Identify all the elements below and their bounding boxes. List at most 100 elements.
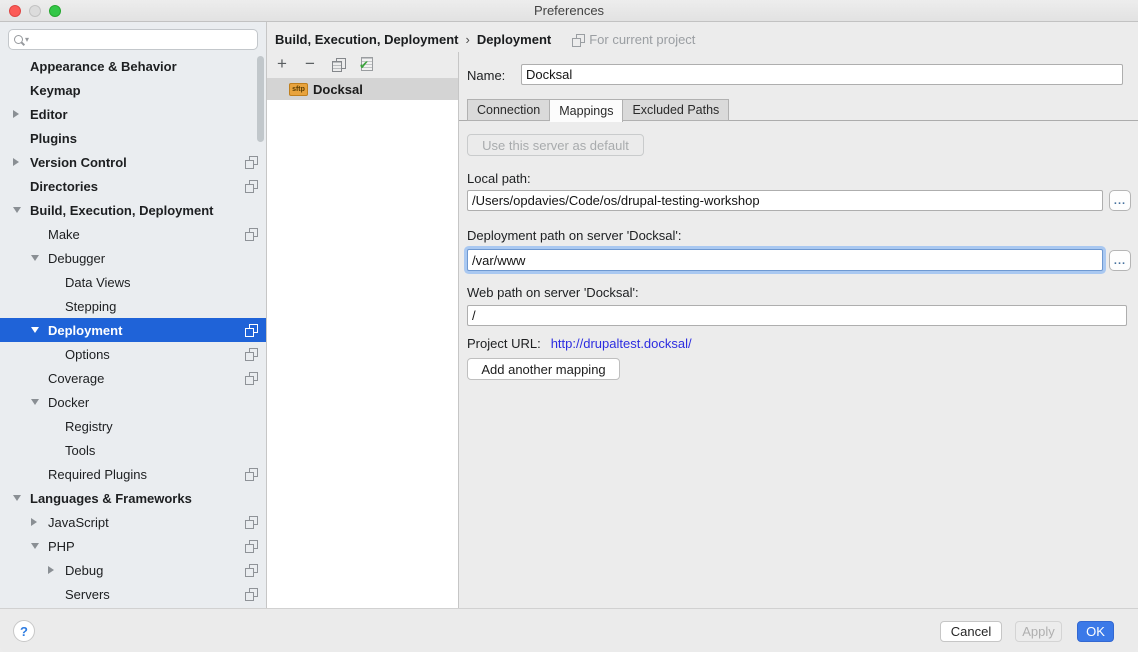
sidebar-item-javascript[interactable]: JavaScript [0,510,266,534]
add-server-button[interactable]: + [273,55,291,73]
sidebar-item-label: Keymap [30,83,81,98]
sidebar-item-data-views[interactable]: Data Views [0,270,266,294]
project-url-link[interactable]: http://drupaltest.docksal/ [551,336,692,351]
deployment-path-browse-button[interactable]: ... [1109,250,1131,271]
sidebar-item-label: Debugger [48,251,105,266]
sidebar-item-debug[interactable]: Debug [0,558,266,582]
breadcrumb-group: Build, Execution, Deployment [275,32,458,47]
sidebar-item-label: Coverage [48,371,104,386]
use-as-default-toolbar-button[interactable] [357,55,375,73]
chevron-down-icon[interactable] [31,543,39,549]
use-server-as-default-button[interactable]: Use this server as default [467,134,644,156]
title-bar: Preferences [0,0,1138,22]
web-path-label: Web path on server 'Docksal': [467,285,639,300]
sidebar-item-make[interactable]: Make [0,222,266,246]
sidebar-item-label: Directories [30,179,98,194]
ok-button[interactable]: OK [1077,621,1114,642]
current-project-icon [245,468,257,480]
current-project-icon [572,34,584,46]
breadcrumb-page: Deployment [477,32,551,47]
server-list-toolbar: + − [273,54,375,74]
sidebar-item-appearance-behavior[interactable]: Appearance & Behavior [0,54,266,78]
local-path-browse-button[interactable]: ... [1109,190,1131,211]
sidebar-item-label: Editor [30,107,68,122]
sidebar-item-label: JavaScript [48,515,109,530]
chevron-right-icon[interactable] [13,158,19,166]
sidebar-item-required-plugins[interactable]: Required Plugins [0,462,266,486]
sidebar-scrollbar-thumb[interactable] [257,56,264,142]
apply-button[interactable]: Apply [1015,621,1062,642]
sidebar-item-stepping[interactable]: Stepping [0,294,266,318]
remove-server-button[interactable]: − [301,55,319,73]
project-url-label: Project URL: [467,336,541,351]
sidebar-item-languages-frameworks[interactable]: Languages & Frameworks [0,486,266,510]
sidebar-item-deployment[interactable]: Deployment [0,318,266,342]
search-input[interactable] [29,31,257,48]
help-button[interactable]: ? [13,620,35,642]
chevron-down-icon[interactable] [13,495,21,501]
tab-excluded-paths[interactable]: Excluded Paths [623,99,729,121]
chevron-right-icon[interactable] [48,566,54,574]
chevron-right-icon[interactable] [13,110,19,118]
sidebar-item-directories[interactable]: Directories [0,174,266,198]
sidebar-item-plugins[interactable]: Plugins [0,126,266,150]
sidebar-item-label: Options [65,347,110,362]
chevron-right-icon[interactable] [31,518,37,526]
minimize-window-button[interactable] [29,5,41,17]
current-project-icon [245,540,257,552]
sidebar-item-label: Plugins [30,131,77,146]
tab-connection[interactable]: Connection [467,99,550,121]
server-name-input[interactable] [521,64,1123,85]
current-project-icon [245,564,257,576]
sidebar-item-label: Servers [65,587,110,602]
web-path-input[interactable] [467,305,1127,326]
current-project-icon [245,372,257,384]
sidebar-item-label: Build, Execution, Deployment [30,203,213,218]
sidebar-item-debugger[interactable]: Debugger [0,246,266,270]
plus-icon: + [277,56,287,72]
chevron-down-icon[interactable] [13,207,21,213]
sidebar-item-label: Debug [65,563,103,578]
tab-mappings[interactable]: Mappings [550,99,623,122]
sidebar-item-docker[interactable]: Docker [0,390,266,414]
sidebar-item-label: Stepping [65,299,116,314]
scope-label: For current project [589,32,695,47]
zoom-window-button[interactable] [49,5,61,17]
check-document-icon [359,57,373,71]
deployment-path-input[interactable] [467,249,1103,271]
footer-bar: ? Cancel Apply OK [0,608,1138,652]
sidebar-item-servers[interactable]: Servers [0,582,266,606]
name-label: Name: [467,68,505,83]
sidebar-item-tools[interactable]: Tools [0,438,266,462]
copy-icon [332,58,345,71]
cancel-button[interactable]: Cancel [940,621,1002,642]
current-project-icon [245,588,257,600]
sidebar-item-options[interactable]: Options [0,342,266,366]
chevron-down-icon[interactable] [31,327,39,333]
sidebar-item-label: Tools [65,443,95,458]
copy-server-button[interactable] [329,55,347,73]
panel-divider [458,52,459,608]
chevron-down-icon[interactable] [31,399,39,405]
window-title: Preferences [534,3,604,18]
sidebar-item-version-control[interactable]: Version Control [0,150,266,174]
sidebar-item-keymap[interactable]: Keymap [0,78,266,102]
local-path-input[interactable] [467,190,1103,211]
sidebar-item-registry[interactable]: Registry [0,414,266,438]
sidebar-item-build-execution-deployment[interactable]: Build, Execution, Deployment [0,198,266,222]
chevron-down-icon[interactable] [31,255,39,261]
sidebar-item-label: Languages & Frameworks [30,491,192,506]
server-list-item-docksal[interactable]: sftp Docksal [267,78,458,100]
sidebar-item-editor[interactable]: Editor [0,102,266,126]
sidebar-item-coverage[interactable]: Coverage [0,366,266,390]
close-window-button[interactable] [9,5,21,17]
minus-icon: − [305,56,315,72]
settings-search-field[interactable]: ▾ [8,29,258,50]
server-name: Docksal [313,82,363,97]
current-project-icon [245,516,257,528]
sidebar-item-label: Make [48,227,80,242]
scope-indicator: For current project [572,32,695,47]
add-another-mapping-button[interactable]: Add another mapping [467,358,620,380]
sidebar-item-label: Deployment [48,323,122,338]
sidebar-item-php[interactable]: PHP [0,534,266,558]
